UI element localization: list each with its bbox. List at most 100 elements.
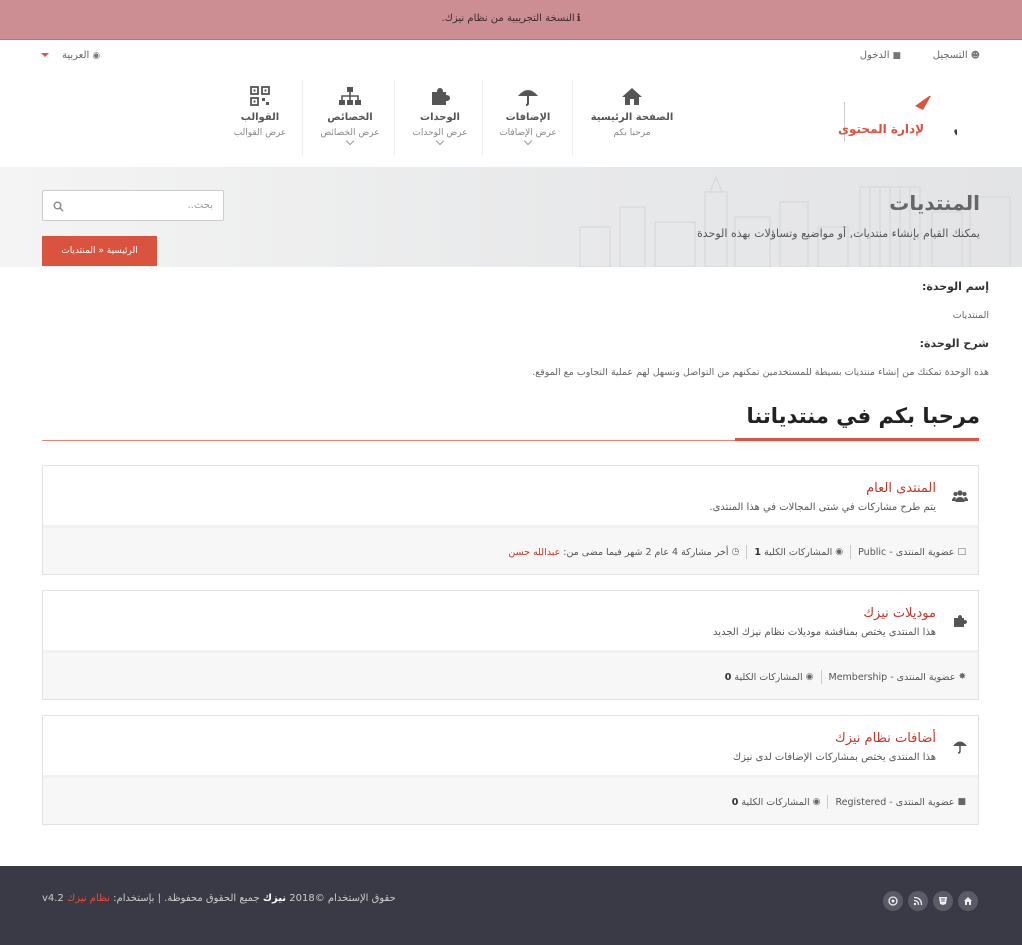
module-desc-label: شرح الوحدة:	[919, 337, 989, 350]
unlock-icon: □	[957, 547, 966, 557]
heading-accent	[735, 438, 979, 441]
nav-plugins[interactable]: الإضافات عرض الإضافات	[490, 86, 566, 156]
posts-label: المشاركات الكلية	[734, 671, 803, 683]
footer-version: v4.2	[42, 893, 64, 904]
info-icon: ℹ	[576, 13, 581, 24]
home-icon[interactable]	[958, 891, 978, 911]
dribbble-icon[interactable]	[883, 891, 903, 911]
module-desc-value: هذه الوحدة تمكنك من إنشاء منتديات بسيطة …	[532, 367, 989, 378]
utility-bar: ☻التسجيل ■الدخول ◉العربية	[0, 41, 1022, 71]
register-link[interactable]: ☻التسجيل	[933, 50, 980, 61]
bullseye-icon: ◉	[812, 797, 821, 807]
meta-divider	[820, 670, 822, 684]
forum-title-link[interactable]: المنتدى العام	[866, 481, 936, 496]
last-post-text: أخر مشاركة 4 عام 2 شهر فيما مضى من:	[563, 546, 729, 558]
nav-properties[interactable]: الخصائص عرض الخصائص	[312, 86, 388, 156]
sitemap-icon	[339, 87, 361, 105]
forum-description: هذا المنتدى يختص بمشاركات الإضافات لدى ن…	[732, 752, 936, 763]
login-link[interactable]: ■الدخول	[860, 50, 901, 61]
users-icon	[952, 490, 968, 502]
module-name-value: المنتديات	[952, 310, 989, 321]
qrcode-icon	[250, 86, 270, 106]
forum-title-link[interactable]: أضافات نظام نيزك	[835, 731, 936, 746]
forum-card: أضافات نظام نيزك هذا المنتدى يختص بمشارك…	[42, 715, 979, 825]
logo-wordmark: نيزك	[952, 105, 957, 145]
nav-templates-title: القوالب	[240, 112, 280, 123]
nav-modules[interactable]: الوحدات عرض الوحدات	[404, 86, 476, 156]
demo-banner-text: ℹالنسخة التجريبية من نظام نيزك.	[0, 13, 1022, 24]
nav-properties-title: الخصائص	[327, 112, 373, 123]
forum-card: المنتدى العام يتم طرح مشاركات في شتى الم…	[42, 465, 979, 575]
posts-count: 0	[724, 671, 732, 683]
meta-divider	[746, 545, 748, 559]
module-name-label: إسم الوحدة:	[921, 280, 989, 293]
umbrella-icon	[953, 741, 967, 754]
nav-divider	[482, 80, 483, 156]
nav-modules-title: الوحدات	[420, 112, 460, 123]
bullseye-icon: ◉	[805, 672, 814, 682]
footer-rights: جميع الحقوق محفوظة. | بإستخدام:	[113, 893, 260, 904]
logo-tagline: لإدارة المحتوى	[838, 122, 924, 137]
search-icon[interactable]	[53, 201, 64, 212]
forum-header: موديلات نيزك هذا المنتدى يختص بمناقشة مو…	[43, 591, 978, 653]
chevron-down-icon	[523, 136, 533, 146]
bullseye-icon: ◉	[835, 547, 844, 557]
cog-icon: ✸	[958, 672, 966, 682]
meta-divider	[827, 795, 829, 809]
nav-templates-sub: عرض القوالب	[233, 128, 287, 138]
globe-icon: ◉	[92, 51, 101, 61]
footer-copyright: حقوق الإستخدام ©2018 نيزك جميع الحقوق مح…	[42, 893, 396, 904]
forum-card: موديلات نيزك هذا المنتدى يختص بمناقشة مو…	[42, 590, 979, 700]
meta-divider	[850, 545, 852, 559]
search-input[interactable]: بحث..	[42, 190, 224, 221]
nav-divider	[572, 80, 573, 156]
lock-icon: ■	[892, 51, 901, 61]
forum-meta: □ عضوية المنتدى - Public ◉ المشاركات الكلي…	[43, 528, 978, 574]
page-title: المنتديات	[889, 191, 980, 215]
site-footer: حقوق الإستخدام ©2018 نيزك جميع الحقوق مح…	[0, 866, 1022, 945]
html5-icon[interactable]	[933, 891, 953, 911]
page-hero: المنتديات يمكنك القيام بإنشاء منتديات, أ…	[0, 167, 1022, 267]
footer-copy: حقوق الإستخدام ©2018	[289, 893, 396, 904]
rss-icon[interactable]	[908, 891, 928, 911]
umbrella-icon	[518, 90, 538, 106]
home-icon	[622, 88, 642, 105]
chevron-down-icon	[345, 136, 355, 146]
nizk-logo-graphic: نيزك لإدارة المحتوى	[838, 94, 1022, 145]
forum-description: يتم طرح مشاركات في شتى المجالات في هذا ا…	[709, 502, 936, 513]
forum-membership: عضوية المنتدى - Public	[858, 546, 955, 558]
forum-header: المنتدى العام يتم طرح مشاركات في شتى الم…	[43, 466, 978, 528]
nav-home[interactable]: الصفحة الرئيسية مرحبا بكم	[582, 86, 682, 156]
forum-header: أضافات نظام نيزك هذا المنتدى يختص بمشارك…	[43, 716, 978, 778]
footer-brand: نيزك	[262, 893, 287, 904]
forum-meta: ■ عضوية المنتدى - Registered ◉ المشاركات ا…	[43, 778, 978, 824]
demo-banner: ℹالنسخة التجريبية من نظام نيزك.	[0, 0, 1022, 40]
chevron-down-icon	[435, 136, 445, 146]
page-subtitle: يمكنك القيام بإنشاء منتديات, أو مواضيع و…	[697, 227, 980, 240]
nav-home-sub: مرحبا بكم	[613, 128, 651, 138]
clock-icon: ◷	[731, 547, 740, 557]
search-placeholder: بحث..	[187, 200, 213, 211]
forum-title-link[interactable]: موديلات نيزك	[863, 606, 936, 621]
banner-message: النسخة التجريبية من نظام نيزك.	[441, 13, 575, 24]
login-label: الدخول	[859, 50, 890, 61]
nav-divider	[394, 80, 395, 156]
user-icon: ☻	[970, 51, 980, 61]
forum-membership: عضوية المنتدى - Membership	[828, 671, 956, 683]
section-heading: مرحبا بكم في منتدياتنا	[746, 404, 980, 428]
chevron-down-icon[interactable]	[41, 53, 49, 57]
footer-system-link[interactable]: نظام نيزك	[67, 893, 110, 904]
forum-meta: ✸ عضوية المنتدى - Membership ◉ المشاركات ا…	[43, 653, 978, 699]
language-selector[interactable]: ◉العربية	[62, 50, 100, 61]
lock-icon: ■	[957, 797, 966, 807]
nav-divider	[302, 80, 303, 156]
site-logo[interactable]: نيزك لإدارة المحتوى	[747, 94, 1022, 152]
puzzle-icon	[954, 615, 967, 627]
nav-plugins-title: الإضافات	[505, 112, 551, 123]
register-label: التسجيل	[932, 50, 968, 61]
nav-home-title: الصفحة الرئيسية	[590, 112, 674, 123]
last-post-user-link[interactable]: عبدالله حسن	[508, 547, 560, 558]
posts-count: 1	[754, 546, 762, 558]
nav-templates[interactable]: القوالب عرض القوالب	[226, 86, 294, 156]
breadcrumb[interactable]: الرئيسية « المنتديات	[42, 236, 157, 266]
